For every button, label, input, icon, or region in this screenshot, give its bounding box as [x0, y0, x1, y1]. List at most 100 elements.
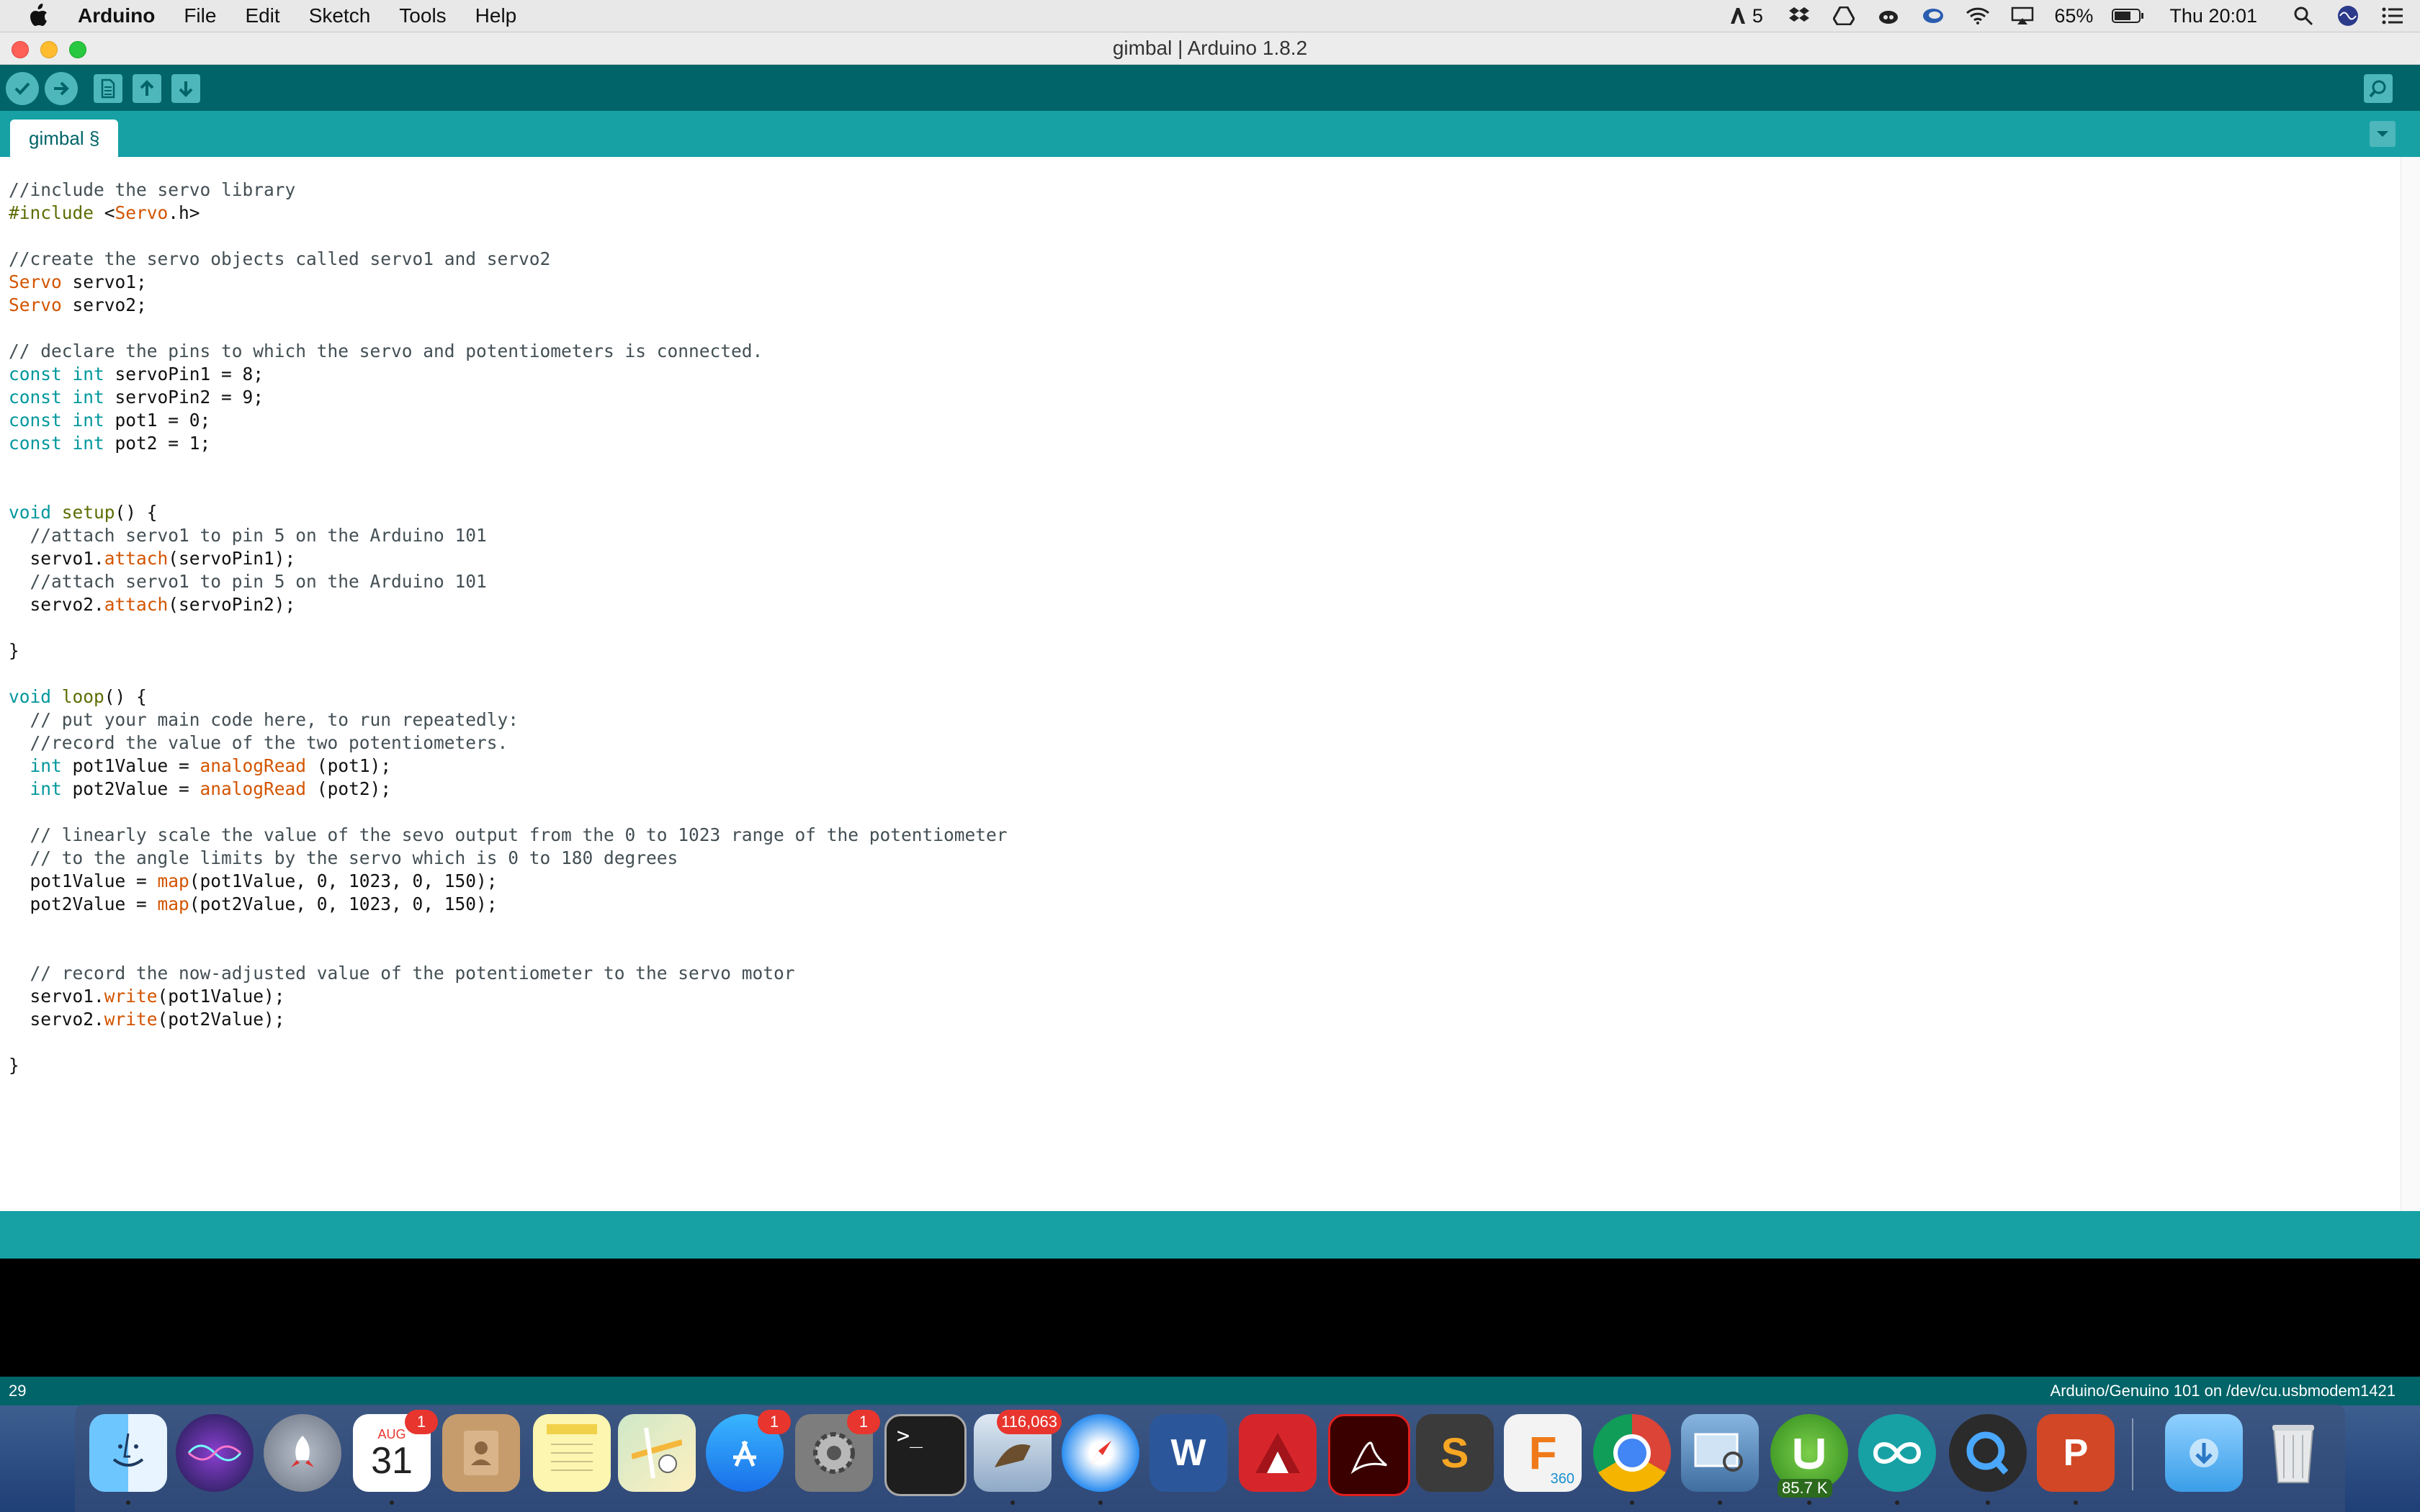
siri-icon[interactable]: [2335, 5, 2361, 27]
code-line[interactable]: servo2.write(pot2Value);: [9, 1008, 1008, 1031]
code-line[interactable]: [9, 616, 1008, 639]
upload-button[interactable]: [45, 72, 78, 105]
menu-file[interactable]: File: [184, 4, 216, 27]
code-line[interactable]: //include the servo library: [9, 179, 1008, 202]
dock-system-preferences[interactable]: 1: [795, 1410, 880, 1492]
vertical-scrollbar[interactable]: [2401, 157, 2420, 1211]
creative-cloud-icon[interactable]: [1876, 5, 1901, 27]
code-line[interactable]: [9, 939, 1008, 962]
dock-arduino[interactable]: [1858, 1414, 1936, 1505]
minimize-window-button[interactable]: [40, 41, 58, 58]
menu-tools[interactable]: Tools: [399, 4, 446, 27]
code-line[interactable]: //attach servo1 to pin 5 on the Arduino …: [9, 524, 1008, 547]
dock-notes[interactable]: [533, 1414, 611, 1492]
dock-word[interactable]: W: [1150, 1414, 1227, 1492]
battery-icon[interactable]: [2112, 5, 2145, 27]
spotlight-icon[interactable]: [2290, 5, 2316, 27]
code-line[interactable]: [9, 478, 1008, 501]
code-line[interactable]: [9, 1031, 1008, 1054]
code-token: pot2Value =: [9, 894, 158, 914]
code-line[interactable]: [9, 455, 1008, 478]
dock-trash[interactable]: [2254, 1414, 2332, 1492]
dock-siri[interactable]: [176, 1414, 254, 1492]
dock-autocad[interactable]: [1239, 1414, 1317, 1492]
code-line[interactable]: [9, 225, 1008, 248]
code-line[interactable]: //attach servo1 to pin 5 on the Arduino …: [9, 570, 1008, 593]
menu-edit[interactable]: Edit: [245, 4, 279, 27]
dock-utorrent[interactable]: 85.7 K: [1770, 1414, 1848, 1505]
code-line[interactable]: [9, 317, 1008, 340]
code-editor[interactable]: //include the servo library #include <Ser…: [0, 157, 2420, 1369]
code-line[interactable]: // record the now-adjusted value of the …: [9, 962, 1008, 985]
code-line[interactable]: [9, 801, 1008, 824]
dock-launchpad[interactable]: [264, 1414, 341, 1492]
tab-gimbal[interactable]: gimbal §: [10, 120, 119, 157]
new-button[interactable]: [94, 74, 122, 103]
open-button[interactable]: [133, 74, 161, 103]
apple-icon[interactable]: [27, 3, 56, 29]
dropbox-icon[interactable]: [1786, 5, 1812, 27]
notification-center-icon[interactable]: [2380, 5, 2406, 27]
code-line[interactable]: int pot1Value = analogRead (pot1);: [9, 755, 1008, 778]
code-line[interactable]: Servo servo1;: [9, 271, 1008, 294]
dock-downloads[interactable]: [2165, 1414, 2243, 1492]
code-line[interactable]: servo2.attach(servoPin2);: [9, 593, 1008, 616]
airplay-icon[interactable]: [2009, 5, 2035, 27]
menu-help[interactable]: Help: [475, 4, 517, 27]
code-line[interactable]: void loop() {: [9, 685, 1008, 708]
dock-contacts[interactable]: [442, 1414, 520, 1492]
close-window-button[interactable]: [12, 41, 29, 58]
console-output[interactable]: [0, 1259, 2420, 1377]
menu-app-name[interactable]: Arduino: [78, 4, 155, 27]
dock-chrome[interactable]: [1593, 1414, 1671, 1505]
code-line[interactable]: // put your main code here, to run repea…: [9, 708, 1008, 732]
code-line[interactable]: //create the servo objects called servo1…: [9, 248, 1008, 271]
code-text[interactable]: //include the servo library #include <Ser…: [9, 179, 1008, 1077]
code-line[interactable]: void setup() {: [9, 501, 1008, 524]
code-line[interactable]: servo1.attach(servoPin1);: [9, 547, 1008, 570]
code-line[interactable]: const int servoPin2 = 9;: [9, 386, 1008, 409]
code-line[interactable]: }: [9, 1054, 1008, 1077]
dock-maps[interactable]: [618, 1414, 696, 1492]
code-line[interactable]: }: [9, 639, 1008, 662]
dock-fusion-360[interactable]: F 360: [1504, 1414, 1582, 1492]
code-line[interactable]: int pot2Value = analogRead (pot2);: [9, 778, 1008, 801]
verify-button[interactable]: [6, 72, 39, 105]
code-line[interactable]: // declare the pins to which the servo a…: [9, 340, 1008, 363]
dock-powerpoint[interactable]: P: [2037, 1414, 2115, 1505]
serial-monitor-button[interactable]: [2364, 74, 2393, 103]
zoom-window-button[interactable]: [69, 41, 86, 58]
code-line[interactable]: #include <Servo.h>: [9, 202, 1008, 225]
adobe-icon[interactable]: 5: [1724, 5, 1767, 27]
dock-quicktime[interactable]: [1949, 1414, 2027, 1505]
code-line[interactable]: //record the value of the two potentiome…: [9, 732, 1008, 755]
dock-sublime-text[interactable]: S: [1416, 1414, 1494, 1492]
dock-app-store[interactable]: 1: [706, 1410, 791, 1492]
dock-acrobat[interactable]: [1328, 1414, 1410, 1496]
clock[interactable]: Thu 20:01: [2169, 5, 2257, 27]
code-line[interactable]: Servo servo2;: [9, 294, 1008, 317]
dock-mail[interactable]: 116,063: [974, 1410, 1062, 1505]
menu-sketch[interactable]: Sketch: [309, 4, 371, 27]
code-line[interactable]: [9, 916, 1008, 939]
google-drive-icon[interactable]: [1831, 5, 1857, 27]
tab-menu-button[interactable]: [2370, 121, 2396, 147]
sync-icon[interactable]: [1920, 5, 1946, 27]
code-token: int: [72, 364, 104, 384]
dock-terminal[interactable]: >_: [884, 1414, 967, 1496]
code-line[interactable]: const int servoPin1 = 8;: [9, 363, 1008, 386]
code-line[interactable]: pot1Value = map(pot1Value, 0, 1023, 0, 1…: [9, 870, 1008, 893]
code-line[interactable]: [9, 662, 1008, 685]
code-line[interactable]: const int pot1 = 0;: [9, 409, 1008, 432]
dock-finder[interactable]: [89, 1414, 167, 1505]
dock-calendar[interactable]: AUG 31 1: [353, 1410, 438, 1505]
code-line[interactable]: // to the angle limits by the servo whic…: [9, 847, 1008, 870]
code-line[interactable]: servo1.write(pot1Value);: [9, 985, 1008, 1008]
save-button[interactable]: [171, 74, 200, 103]
dock-safari[interactable]: [1062, 1414, 1139, 1505]
wifi-icon[interactable]: [1965, 5, 1991, 27]
dock-preview[interactable]: [1681, 1414, 1759, 1505]
code-line[interactable]: // linearly scale the value of the sevo …: [9, 824, 1008, 847]
code-line[interactable]: pot2Value = map(pot2Value, 0, 1023, 0, 1…: [9, 893, 1008, 916]
code-line[interactable]: const int pot2 = 1;: [9, 432, 1008, 455]
